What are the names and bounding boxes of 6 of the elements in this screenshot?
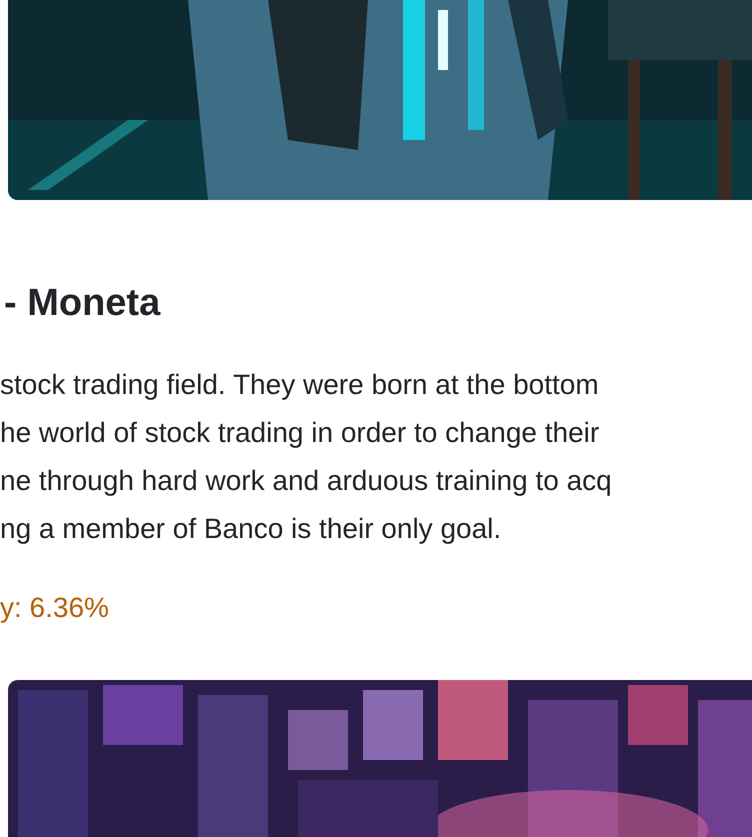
paragraph-line: ne through hard work and arduous training to acq [0, 464, 612, 498]
paragraph-line: stock trading field. They were born at the bottom [0, 368, 599, 402]
paragraph-line: ng a member of Banco is their only goal. [0, 512, 502, 546]
stat-text: y: 6.36% [0, 591, 109, 625]
section-heading: - Moneta [4, 281, 162, 326]
paragraph-line: he world of stock trading in order to change their [0, 416, 600, 450]
